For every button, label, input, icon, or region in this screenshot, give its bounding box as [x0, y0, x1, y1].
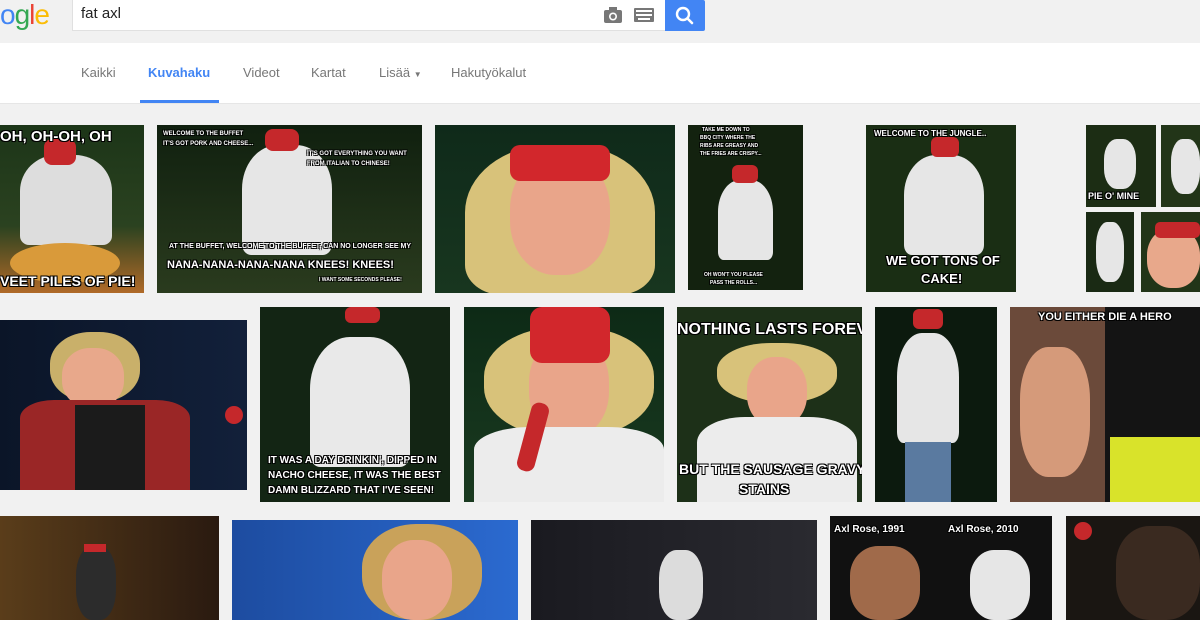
image-caption: NOTHING LASTS FOREVER [677, 321, 862, 338]
image-caption: CAKE! [921, 271, 963, 286]
search-button[interactable] [665, 0, 705, 31]
tab-more-label: Lisää [379, 65, 411, 80]
image-result[interactable]: WELCOME TO THE BUFFET IT'S GOT PORK AND … [157, 125, 422, 293]
tab-maps[interactable]: Kartat [311, 65, 346, 80]
tab-all[interactable]: Kaikki [81, 65, 116, 80]
image-caption: TAKE ME DOWN TO [702, 127, 750, 133]
image-caption: AT THE BUFFET, WELCOME TO THE BUFFET, CA… [169, 243, 412, 250]
image-caption: Axl Rose, 2010 [948, 524, 1019, 535]
image-result[interactable] [1066, 516, 1200, 620]
image-caption: VEET PILES OF PIE! [0, 273, 136, 289]
image-caption: FROM ITALIAN TO CHINESE! [307, 161, 390, 167]
image-result[interactable]: PIE O' MINE [1086, 125, 1156, 207]
caret-down-icon: ▼ [413, 70, 422, 79]
tab-search-tools[interactable]: Hakutyökalut [451, 65, 526, 80]
image-result[interactable] [1141, 212, 1200, 292]
image-result[interactable] [0, 516, 219, 620]
image-caption: WELCOME TO THE BUFFET [163, 131, 244, 137]
google-logo[interactable]: ogle [0, 0, 50, 32]
image-result[interactable] [531, 520, 817, 620]
image-caption: STAINS [739, 481, 790, 497]
image-caption: WE GOT TONS OF [886, 253, 1000, 268]
camera-icon[interactable] [603, 6, 623, 24]
tab-images[interactable]: Kuvahaku [148, 65, 210, 80]
top-bar: ogle fat axl [0, 0, 1200, 43]
image-result[interactable] [875, 307, 997, 502]
image-result[interactable]: IT WAS A DAY DRINKIN', DIPPED IN NACHO C… [260, 307, 450, 502]
image-caption: OH WON'T YOU PLEASE [704, 272, 763, 278]
image-result[interactable]: TAKE ME DOWN TO BBQ CITY WHERE THE RIBS … [688, 125, 803, 290]
image-caption: I WANT SOME SECONDS PLEASE! [319, 277, 402, 283]
image-caption: IT'S GOT PORK AND CHEESE... [163, 141, 254, 147]
image-caption: Axl Rose, 1991 [834, 524, 905, 535]
image-caption: WELCOME TO THE JUNGLE.. [874, 129, 987, 138]
search-box[interactable]: fat axl [72, 0, 666, 31]
image-result[interactable] [1086, 212, 1134, 292]
search-icon [675, 6, 694, 25]
image-result[interactable]: OH, OH-OH, OH VEET PILES OF PIE! [0, 125, 144, 293]
image-caption: BUT THE SAUSAGE GRAVY [679, 461, 862, 477]
image-caption: BBQ CITY WHERE THE [700, 135, 756, 141]
image-caption: IT WAS A DAY DRINKIN', DIPPED IN [268, 455, 437, 466]
image-result[interactable]: WELCOME TO THE JUNGLE.. WE GOT TONS OF C… [866, 125, 1016, 292]
image-caption: RIBS ARE GREASY AND [700, 143, 759, 149]
image-caption: IT'S GOT EVERYTHING YOU WANT [307, 151, 407, 157]
image-caption: PASS THE ROLLS... [710, 280, 758, 286]
search-tabs: Kaikki Kuvahaku Videot Kartat Lisää ▼ Ha… [0, 43, 1200, 104]
image-result[interactable] [464, 307, 664, 502]
image-caption: DAMN BLIZZARD THAT I'VE SEEN! [268, 485, 435, 496]
image-caption: OH, OH-OH, OH [0, 128, 112, 145]
image-result[interactable] [435, 125, 675, 293]
image-result[interactable] [0, 320, 247, 490]
image-result[interactable] [232, 520, 518, 620]
image-result[interactable] [1161, 125, 1200, 207]
image-result[interactable]: Axl Rose, 1991 Axl Rose, 2010 [830, 516, 1052, 620]
search-input[interactable]: fat axl [81, 5, 121, 22]
tab-videos[interactable]: Videot [243, 65, 280, 80]
keyboard-icon[interactable] [634, 8, 654, 22]
image-caption: THE FRIES ARE CRISPY... [700, 151, 762, 157]
image-caption: NANA-NANA-NANA-NANA KNEES! KNEES! [167, 259, 394, 271]
image-result[interactable]: YOU EITHER DIE A HERO [1010, 307, 1200, 502]
image-caption: YOU EITHER DIE A HERO [1038, 311, 1172, 323]
image-caption: NACHO CHEESE, IT WAS THE BEST [268, 470, 441, 481]
image-result[interactable]: NOTHING LASTS FOREVER BUT THE SAUSAGE GR… [677, 307, 862, 502]
active-tab-indicator [140, 100, 219, 103]
image-caption: PIE O' MINE [1088, 191, 1140, 201]
tab-more[interactable]: Lisää ▼ [379, 65, 422, 80]
